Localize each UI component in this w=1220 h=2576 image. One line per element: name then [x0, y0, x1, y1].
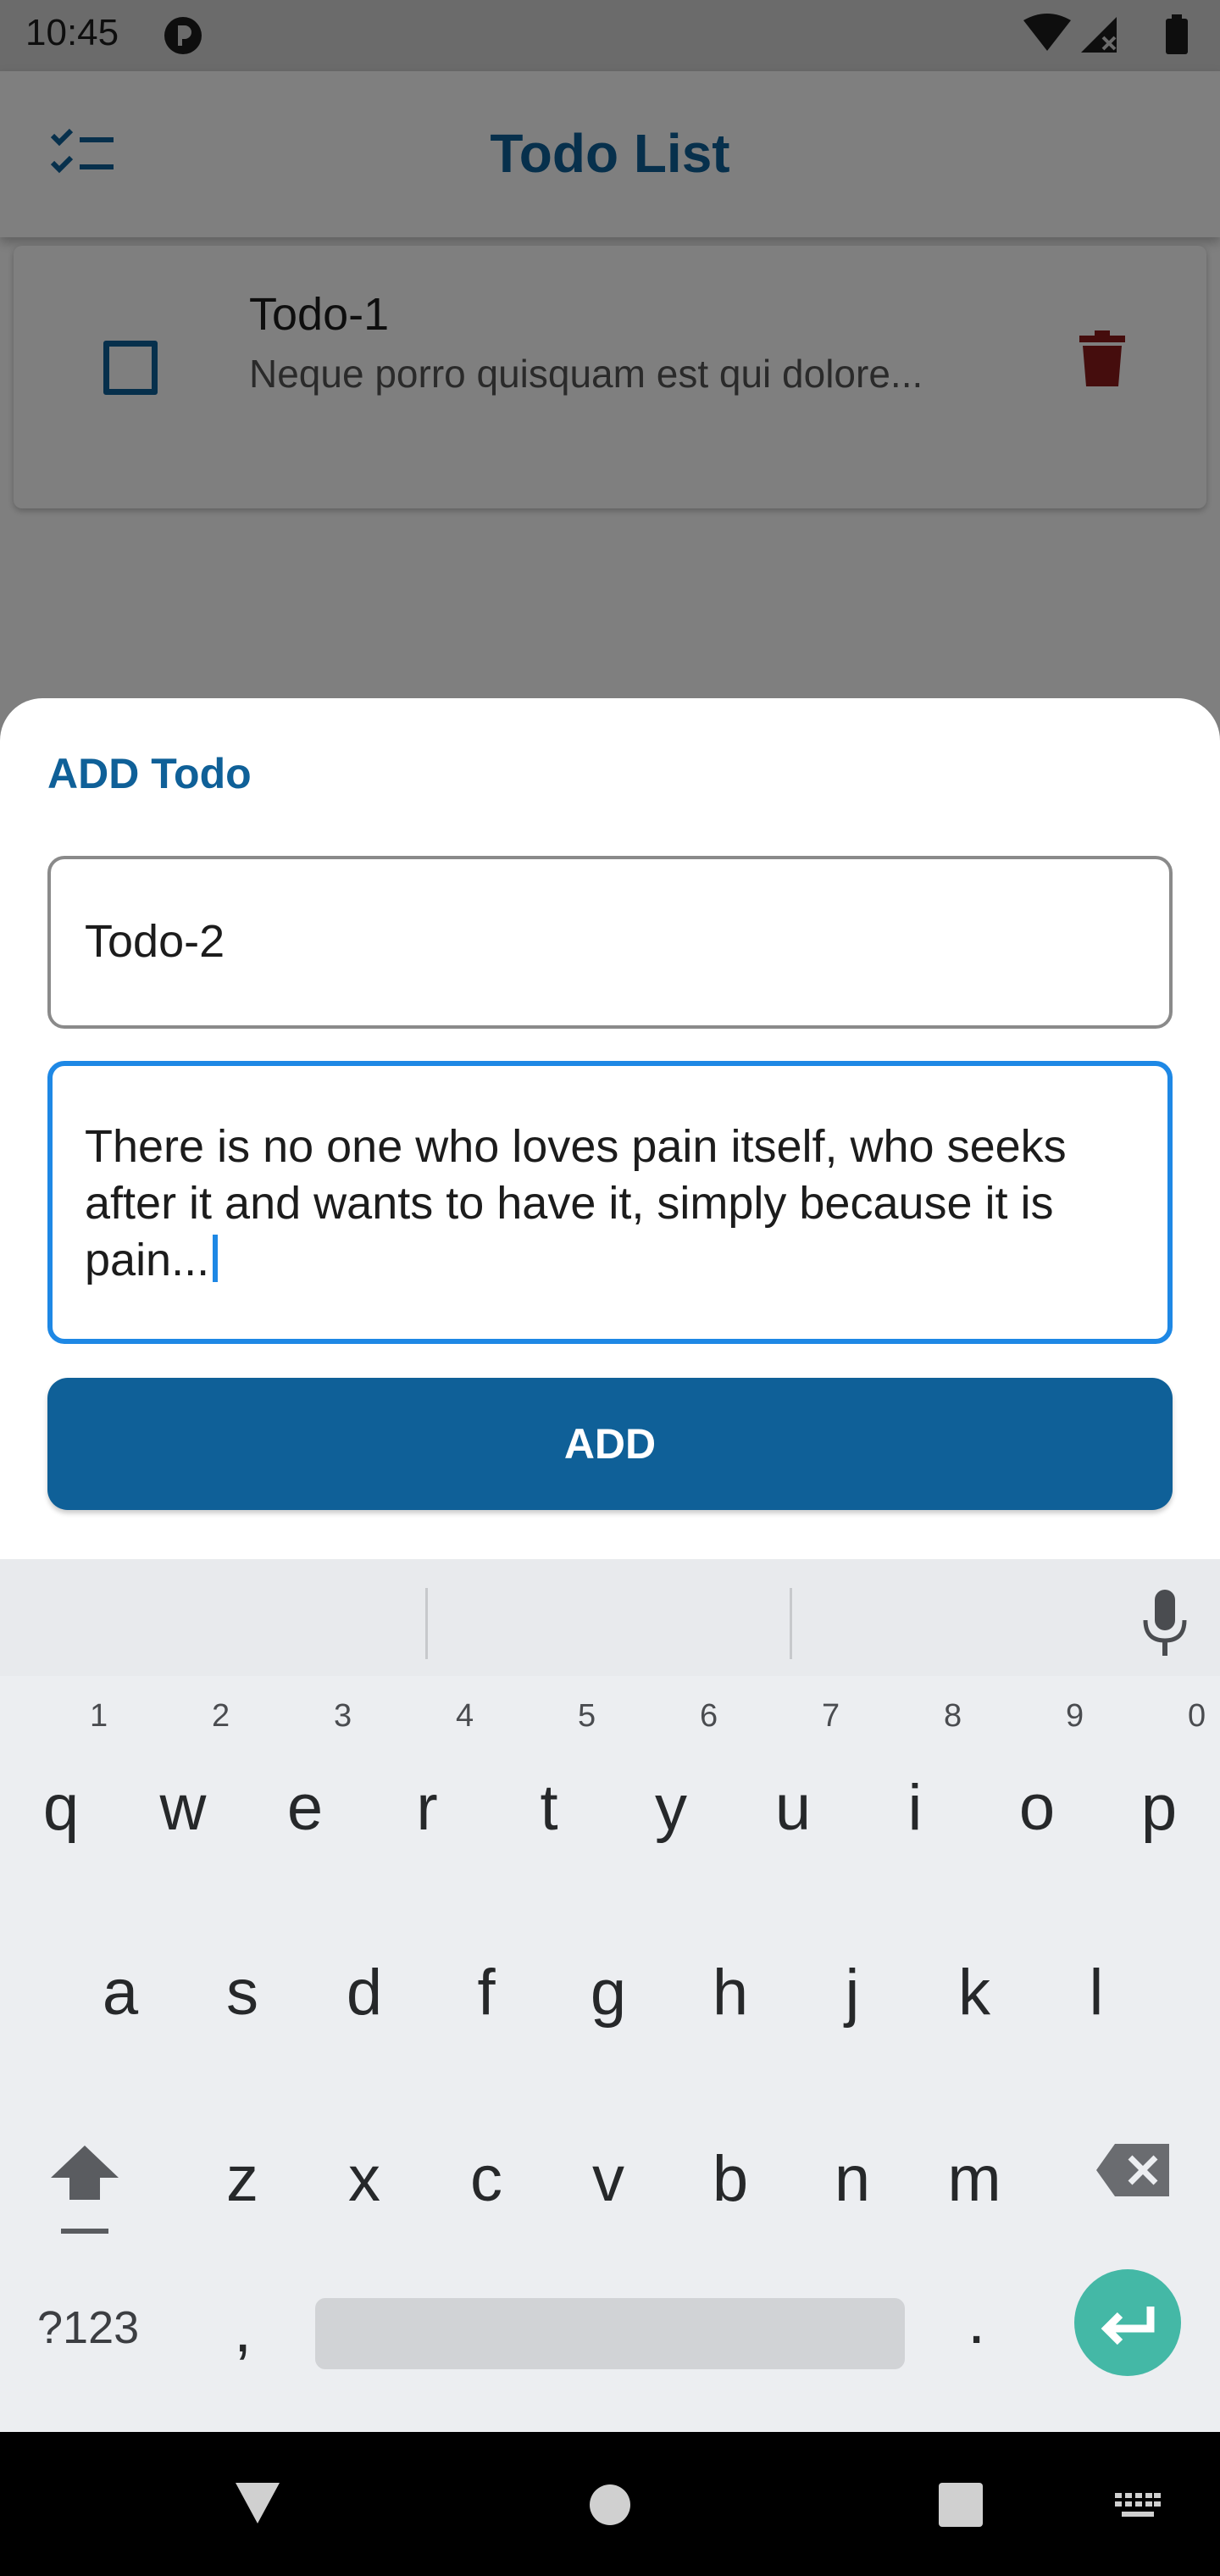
key-hint: 3	[334, 1698, 352, 1734]
suggestion-divider	[790, 1588, 792, 1659]
enter-key[interactable]	[1074, 2269, 1181, 2376]
key-hint: 8	[944, 1698, 962, 1734]
key-e[interactable]: e	[273, 1771, 337, 1845]
key-q[interactable]: q	[29, 1771, 93, 1845]
add-button[interactable]: ADD	[47, 1378, 1173, 1510]
text-cursor	[213, 1235, 219, 1282]
key-i[interactable]: i	[883, 1771, 947, 1845]
keyboard-keys: q w e r t y u i o p 1 2 3 4 5 6 7 8 9 0 …	[0, 1676, 1220, 2432]
key-j[interactable]: j	[820, 1956, 884, 2029]
home-icon[interactable]	[588, 2483, 632, 2527]
key-g[interactable]: g	[576, 1956, 640, 2029]
key-hint: 9	[1066, 1698, 1084, 1734]
space-key[interactable]	[315, 2298, 905, 2369]
key-f[interactable]: f	[454, 1956, 518, 2029]
key-d[interactable]: d	[332, 1956, 396, 2029]
sheet-title: ADD Todo	[47, 750, 252, 797]
soft-keyboard: q w e r t y u i o p 1 2 3 4 5 6 7 8 9 0 …	[0, 1559, 1220, 2432]
key-u[interactable]: u	[761, 1771, 825, 1845]
backspace-icon[interactable]	[1095, 2140, 1173, 2200]
system-nav-bar	[0, 2432, 1220, 2576]
key-hint: 5	[578, 1698, 596, 1734]
key-t[interactable]: t	[517, 1771, 581, 1845]
todo-description-value: There is no one who loves pain itself, w…	[85, 1121, 1067, 1285]
todo-description-input[interactable]: There is no one who loves pain itself, w…	[47, 1061, 1173, 1344]
back-icon[interactable]	[234, 2481, 281, 2527]
key-k[interactable]: k	[942, 1956, 1006, 2029]
key-h[interactable]: h	[698, 1956, 762, 2029]
key-m[interactable]: m	[942, 2142, 1006, 2216]
shift-key-icon[interactable]	[44, 2140, 125, 2242]
todo-title-value: Todo-2	[85, 916, 225, 967]
recents-icon[interactable]	[939, 2483, 983, 2527]
key-y[interactable]: y	[639, 1771, 703, 1845]
key-hint: 4	[456, 1698, 474, 1734]
microphone-icon[interactable]	[1139, 1590, 1191, 1657]
key-r[interactable]: r	[395, 1771, 459, 1845]
add-todo-sheet: ADD Todo Todo-2 There is no one who love…	[0, 698, 1220, 1559]
key-hint: 1	[90, 1698, 108, 1734]
key-x[interactable]: x	[332, 2142, 396, 2216]
todo-title-input[interactable]: Todo-2	[47, 856, 1173, 1029]
key-z[interactable]: z	[210, 2142, 274, 2216]
key-l[interactable]: l	[1064, 1956, 1128, 2029]
key-v[interactable]: v	[576, 2142, 640, 2216]
key-w[interactable]: w	[151, 1771, 215, 1845]
key-b[interactable]: b	[698, 2142, 762, 2216]
key-c[interactable]: c	[454, 2142, 518, 2216]
key-hint: 6	[700, 1698, 718, 1734]
key-period[interactable]: .	[968, 2285, 985, 2358]
suggestion-strip	[0, 1559, 1220, 1676]
keyboard-switch-icon[interactable]	[1115, 2493, 1161, 2520]
key-hint: 7	[822, 1698, 840, 1734]
symbols-key[interactable]: ?123	[37, 2301, 139, 2354]
key-hint: 0	[1188, 1698, 1206, 1734]
key-s[interactable]: s	[210, 1956, 274, 2029]
key-comma[interactable]: ,	[234, 2293, 252, 2367]
suggestion-divider	[425, 1588, 428, 1659]
key-hint: 2	[212, 1698, 230, 1734]
key-n[interactable]: n	[820, 2142, 884, 2216]
key-o[interactable]: o	[1005, 1771, 1069, 1845]
key-p[interactable]: p	[1127, 1771, 1191, 1845]
key-a[interactable]: a	[88, 1956, 152, 2029]
enter-arrow-icon	[1101, 2307, 1155, 2346]
